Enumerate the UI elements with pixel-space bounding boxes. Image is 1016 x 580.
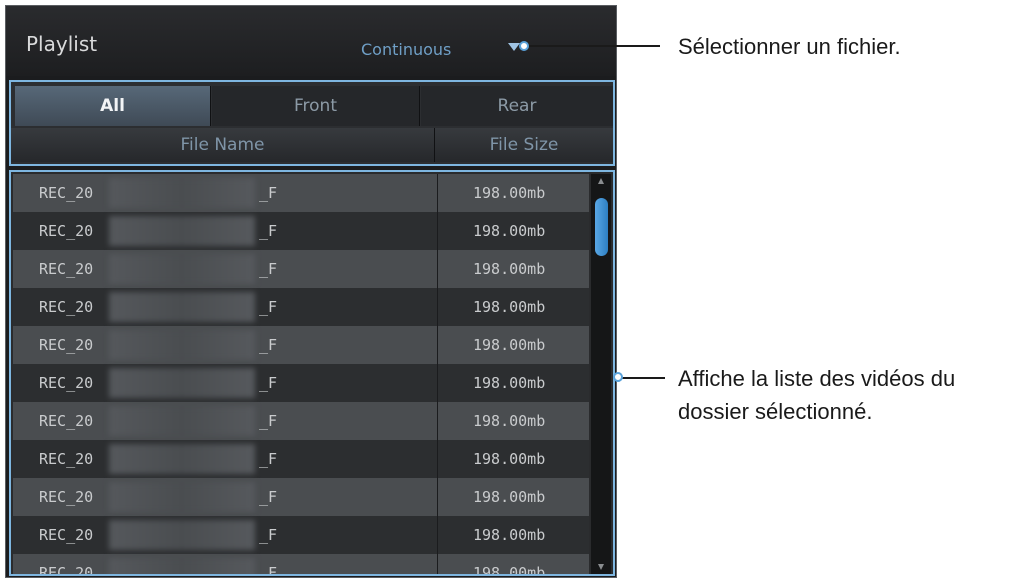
file-name-cell: REC_20 <box>39 184 94 202</box>
table-row[interactable]: REC_20 _F 198.00mb <box>13 440 589 478</box>
callout-select-file: Sélectionner un fichier. <box>678 34 901 59</box>
column-divider <box>437 478 438 516</box>
table-row[interactable]: REC_20 _F 198.00mb <box>13 174 589 212</box>
tab-front[interactable]: Front <box>212 86 420 126</box>
playlist-title: Playlist <box>26 32 98 56</box>
callout-file-list-line1: Affiche la liste des vidéos du <box>678 366 956 391</box>
column-divider <box>437 554 438 574</box>
table-row[interactable]: REC_20 _F 198.00mb <box>13 212 589 250</box>
file-size-cell: 198.00mb <box>473 184 546 202</box>
file-size-cell: 198.00mb <box>473 412 546 430</box>
tab-all[interactable]: All <box>15 86 211 126</box>
redacted-filename-segment <box>109 558 255 574</box>
column-divider <box>437 250 438 288</box>
file-name-cell: REC_20 <box>39 298 94 316</box>
column-divider <box>437 174 438 212</box>
file-suffix-cell: _F <box>259 374 278 392</box>
callout-line-select-file <box>525 45 660 47</box>
column-header-file-size-label: File Size <box>489 135 559 155</box>
callout-line-file-list <box>620 377 665 379</box>
table-row[interactable]: REC_20 _F 198.00mb <box>13 250 589 288</box>
file-size-cell: 198.00mb <box>473 374 546 392</box>
file-name-cell: REC_20 <box>39 450 94 468</box>
tab-rear[interactable]: Rear <box>421 86 613 126</box>
file-name-cell: REC_20 <box>39 260 94 278</box>
file-size-cell: 198.00mb <box>473 222 546 240</box>
callout-file-list-line2: dossier sélectionné. <box>678 399 873 424</box>
file-size-cell: 198.00mb <box>473 450 546 468</box>
file-suffix-cell: _F <box>259 298 278 316</box>
column-divider <box>437 440 438 478</box>
file-suffix-cell: _F <box>259 260 278 278</box>
file-suffix-cell: _F <box>259 336 278 354</box>
file-name-cell: REC_20 <box>39 412 94 430</box>
table-row[interactable]: REC_20 _F 198.00mb <box>13 288 589 326</box>
redacted-filename-segment <box>109 178 255 208</box>
playlist-panel: Playlist Continuous All Front Rear File … <box>5 5 617 578</box>
file-suffix-cell: _F <box>259 450 278 468</box>
redacted-filename-segment <box>109 482 255 512</box>
scrollbar-thumb[interactable] <box>595 198 608 256</box>
file-suffix-cell: _F <box>259 184 278 202</box>
table-row[interactable]: REC_20 _F 198.00mb <box>13 478 589 516</box>
file-name-cell: REC_20 <box>39 222 94 240</box>
column-divider <box>437 288 438 326</box>
column-divider <box>437 364 438 402</box>
column-divider <box>437 212 438 250</box>
redacted-filename-segment <box>109 368 255 398</box>
redacted-filename-segment <box>109 292 255 322</box>
playback-mode-dropdown-label[interactable]: Continuous <box>361 40 451 59</box>
tab-rear-label: Rear <box>497 96 537 116</box>
file-size-cell: 198.00mb <box>473 564 546 576</box>
redacted-filename-segment <box>109 406 255 436</box>
column-divider <box>437 326 438 364</box>
redacted-filename-segment <box>109 254 255 284</box>
filter-tabs-group: All Front Rear File Name File Size <box>9 80 615 166</box>
table-row[interactable]: REC_20 _F 198.00mb <box>13 364 589 402</box>
redacted-filename-segment <box>109 330 255 360</box>
scroll-up-arrow-icon[interactable] <box>598 178 604 184</box>
table-row[interactable]: REC_20 _F 198.00mb <box>13 402 589 440</box>
column-divider <box>437 516 438 554</box>
redacted-filename-segment <box>109 444 255 474</box>
vertical-scrollbar[interactable] <box>591 174 611 574</box>
tab-all-label: All <box>100 96 125 116</box>
file-suffix-cell: _F <box>259 222 278 240</box>
file-suffix-cell: _F <box>259 488 278 506</box>
file-size-cell: 198.00mb <box>473 526 546 544</box>
file-size-cell: 198.00mb <box>473 488 546 506</box>
column-header-file-name[interactable]: File Name <box>11 128 435 162</box>
column-divider <box>437 402 438 440</box>
file-size-cell: 198.00mb <box>473 336 546 354</box>
callout-dot-select-file <box>519 41 529 51</box>
file-size-cell: 198.00mb <box>473 260 546 278</box>
file-name-cell: REC_20 <box>39 488 94 506</box>
file-list: REC_20 _F 198.00mb REC_20 _F 198.00mb REC_20 _F… <box>9 170 615 576</box>
column-header-file-name-label: File Name <box>180 135 265 155</box>
table-row[interactable]: REC_20 _F 198.00mb <box>13 516 589 554</box>
file-name-cell: REC_20 <box>39 564 94 576</box>
file-suffix-cell: _F <box>259 412 278 430</box>
file-suffix-cell: _F <box>259 526 278 544</box>
table-row[interactable]: REC_20 _F 198.00mb <box>13 326 589 364</box>
file-suffix-cell: _F <box>259 564 278 576</box>
column-header-file-size[interactable]: File Size <box>435 128 613 162</box>
scroll-down-arrow-icon[interactable] <box>598 564 604 570</box>
file-name-cell: REC_20 <box>39 526 94 544</box>
file-size-cell: 198.00mb <box>473 298 546 316</box>
file-name-cell: REC_20 <box>39 374 94 392</box>
redacted-filename-segment <box>109 216 255 246</box>
tab-front-label: Front <box>294 96 337 116</box>
table-row[interactable]: REC_20 _F 198.00mb <box>13 554 589 576</box>
file-name-cell: REC_20 <box>39 336 94 354</box>
redacted-filename-segment <box>109 520 255 550</box>
callout-dot-file-list <box>613 372 623 382</box>
